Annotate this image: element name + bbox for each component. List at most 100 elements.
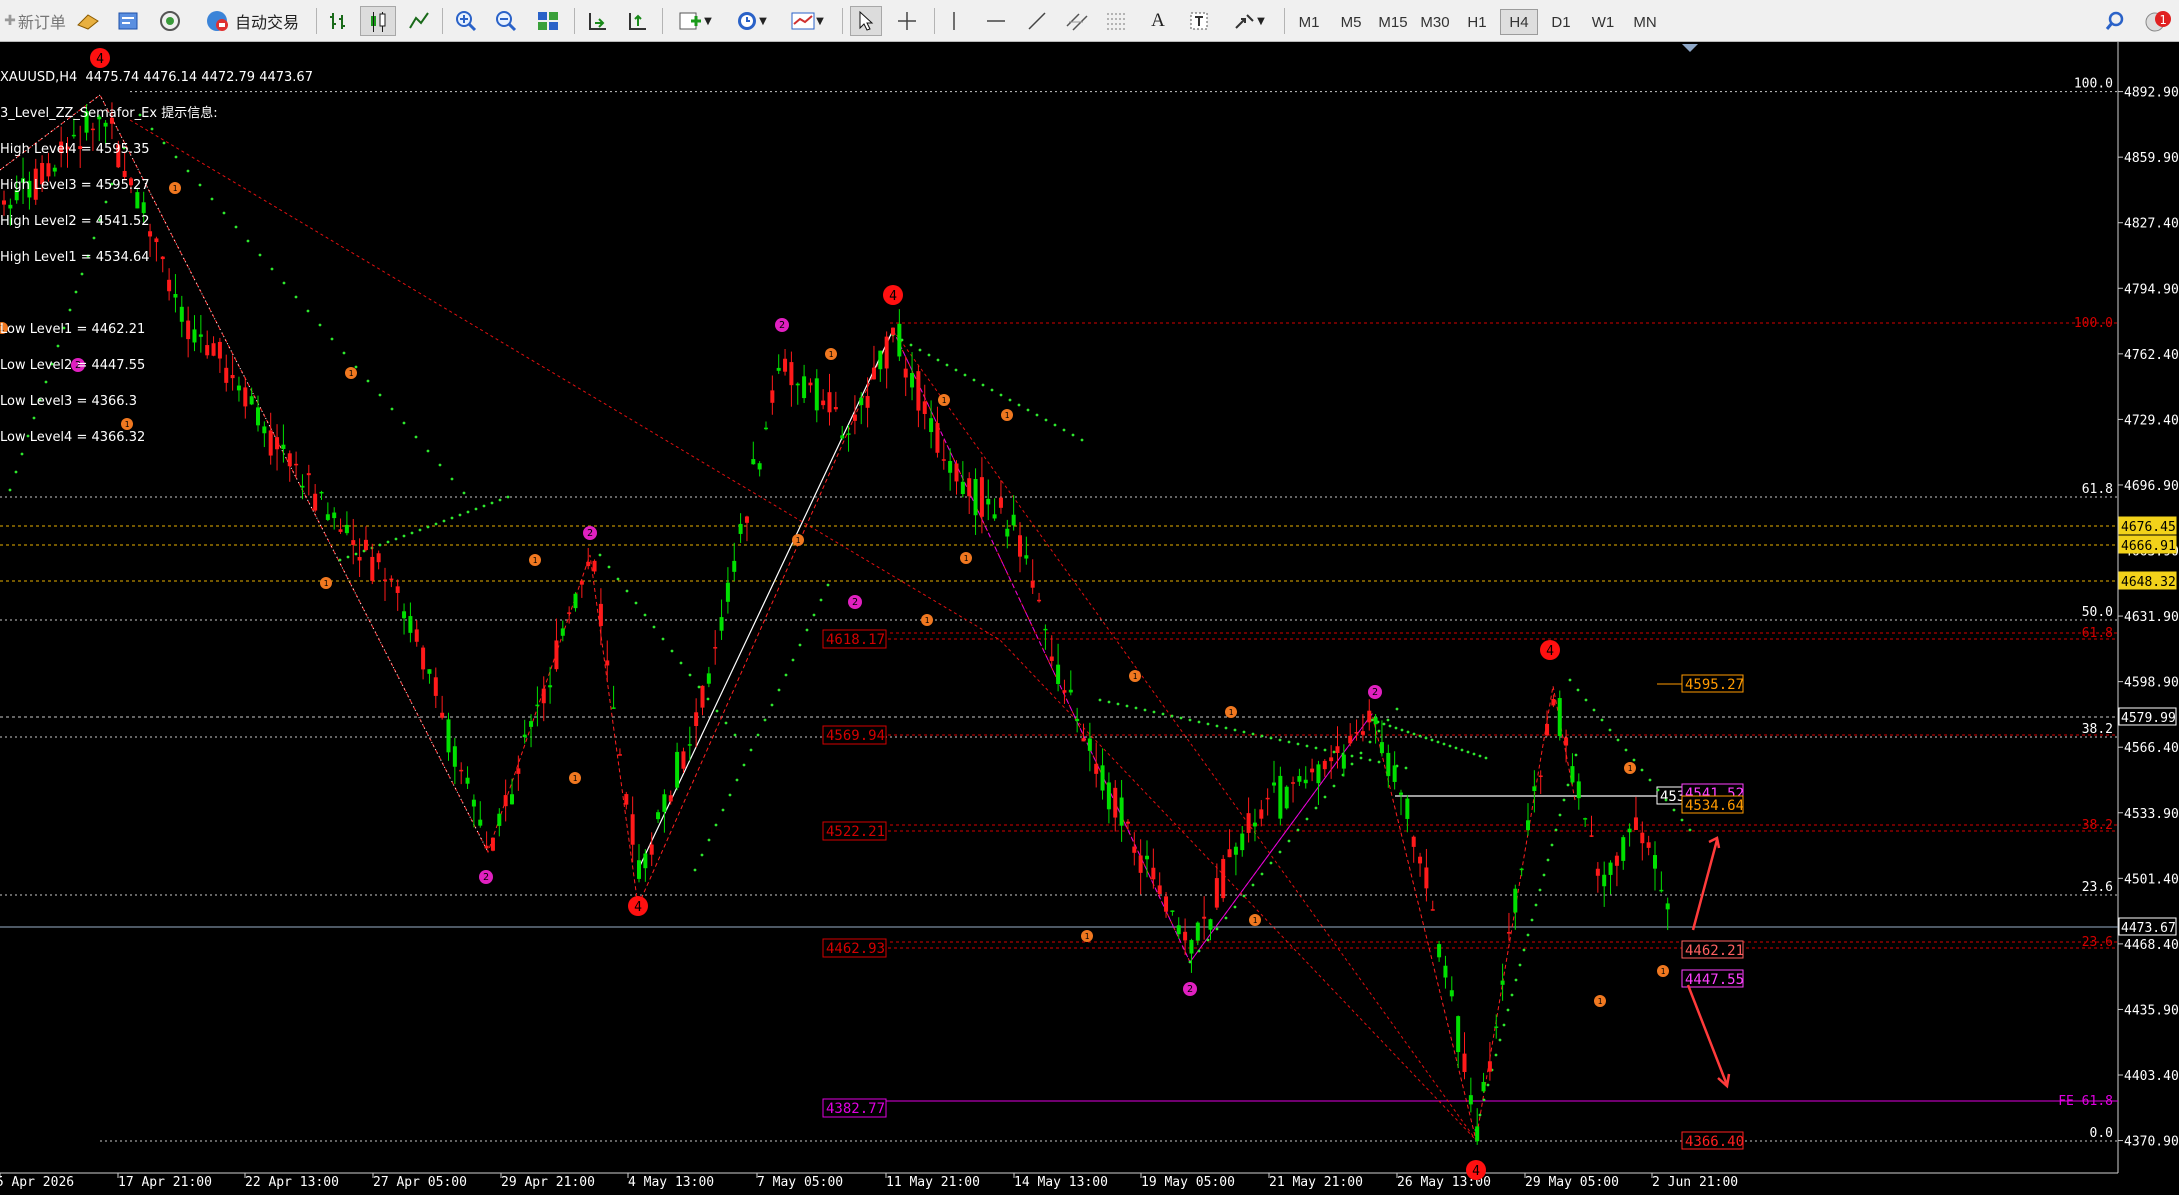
candle-body [935, 423, 940, 453]
candle-body [484, 845, 489, 849]
channel-icon[interactable] [1062, 6, 1092, 36]
sar-dot [1242, 730, 1246, 734]
sar-dot [707, 838, 711, 842]
semafor-label: 4 [889, 289, 897, 304]
sar-dot [1134, 706, 1138, 710]
sar-dot [466, 510, 470, 514]
chevron-down-icon: ▼ [759, 15, 767, 27]
price-chart[interactable]: 4892.90 4859.90 4827.40 4794.90 4762.40 4729.… [0, 42, 2179, 1191]
new-order-button[interactable]: ✚ 新订单 [4, 6, 66, 36]
text-tool-icon[interactable]: A [1144, 6, 1172, 36]
vertical-line-icon[interactable] [942, 6, 966, 36]
fibonacci-icon[interactable] [1102, 6, 1132, 36]
market-watch-icon[interactable] [74, 6, 102, 36]
candle-body [719, 617, 724, 631]
zoom-in-icon[interactable] [450, 6, 482, 36]
candle-body [357, 556, 362, 561]
candle-body [1132, 846, 1137, 853]
timeframe-m1[interactable]: M1 [1290, 9, 1328, 35]
cursor-icon[interactable] [850, 6, 882, 36]
candle-body [1176, 925, 1181, 935]
sar-dot [963, 373, 967, 377]
candle-body [802, 376, 807, 399]
timeframe-m15[interactable]: M15 [1374, 9, 1412, 35]
chart-shift-icon[interactable] [582, 6, 612, 36]
semafor-label: 1 [1229, 708, 1234, 717]
search-icon[interactable] [2100, 6, 2130, 36]
sar-dot [506, 495, 510, 499]
sar-dot [1546, 858, 1550, 862]
candle-body [1043, 628, 1048, 631]
time-label: 15 Apr 2026 [0, 1175, 74, 1190]
timeframe-h4[interactable]: H4 [1500, 9, 1538, 35]
bar-chart-icon[interactable] [324, 6, 354, 36]
price-label: 4566.40 [2124, 741, 2179, 756]
timeframe-h1[interactable]: H1 [1458, 9, 1496, 35]
trendline-icon[interactable] [1022, 6, 1052, 36]
sar-dot [1640, 768, 1644, 772]
toolbar-separator [574, 8, 575, 34]
zoom-out-icon[interactable] [490, 6, 522, 36]
horizontal-line-icon[interactable] [980, 6, 1012, 36]
auto-trade-button[interactable]: 自动交易 [196, 6, 308, 36]
text-label-icon[interactable] [1184, 6, 1214, 36]
chart-window[interactable]: 4892.90 4859.90 4827.40 4794.90 4762.40 4729.… [0, 42, 2179, 1191]
timeframe-w1[interactable]: W1 [1584, 9, 1622, 35]
candle-body [389, 578, 394, 581]
arrows-menu[interactable]: ▼ [1224, 6, 1274, 36]
line-chart-icon[interactable] [404, 6, 434, 36]
candle-body [649, 844, 654, 855]
sar-dot [378, 393, 382, 397]
candle-body [852, 414, 857, 421]
price-label: 4435.90 [2124, 1003, 2179, 1018]
sar-dot [1554, 828, 1558, 832]
zigzag-magenta-2 [1189, 713, 1373, 963]
semafor-label: 1 [573, 774, 578, 783]
sar-dot [643, 613, 647, 617]
candle-body [408, 616, 413, 633]
timeframe-m5[interactable]: M5 [1332, 9, 1370, 35]
periods-menu[interactable]: ▼ [726, 6, 776, 36]
price-label: 4762.40 [2124, 348, 2179, 363]
timeframe-d1[interactable]: D1 [1542, 9, 1580, 35]
notifications-icon[interactable]: 1 [2140, 6, 2174, 36]
timeframe-mn[interactable]: MN [1626, 9, 1664, 35]
sar-dot [918, 348, 922, 352]
down-arrow [1686, 984, 1729, 1086]
templates-menu[interactable]: ▼ [782, 6, 832, 36]
candlestick-icon[interactable] [360, 6, 396, 36]
sar-dot [1314, 746, 1318, 750]
sar-dot [706, 697, 710, 701]
candle-body [617, 754, 622, 756]
price-label: 4533.90 [2124, 807, 2179, 822]
new-order-icon: ✚ [4, 13, 16, 29]
sar-dot [342, 351, 346, 355]
indicators-menu[interactable]: ▼ [670, 6, 720, 36]
price-label: 4794.90 [2124, 282, 2179, 297]
candle-body [503, 795, 508, 807]
crosshair-icon[interactable] [892, 6, 922, 36]
sar-dot [394, 537, 398, 541]
tile-windows-icon[interactable] [532, 6, 564, 36]
sar-dot [1632, 758, 1636, 762]
candle-body [1094, 763, 1099, 774]
candle-body [446, 719, 451, 753]
candle-body [1430, 909, 1435, 911]
candle-body [979, 477, 984, 517]
sar-dot [450, 477, 454, 481]
semafor-label: 2 [1187, 984, 1193, 995]
navigator-icon[interactable] [114, 6, 142, 36]
signals-icon[interactable] [156, 6, 184, 36]
semafor-label: 4 [1472, 1164, 1480, 1179]
sar-dot [1098, 698, 1102, 702]
candle-body [1519, 868, 1524, 871]
timeframe-m30[interactable]: M30 [1416, 9, 1454, 35]
autoscroll-icon[interactable] [622, 6, 652, 36]
candle-body [1424, 867, 1429, 889]
sar-dot [378, 543, 382, 547]
time-label: 4 May 13:00 [628, 1175, 714, 1190]
candle-body [414, 629, 419, 642]
candle-body [776, 367, 781, 371]
sar-dot [1035, 413, 1039, 417]
sar-dot [1412, 732, 1416, 736]
